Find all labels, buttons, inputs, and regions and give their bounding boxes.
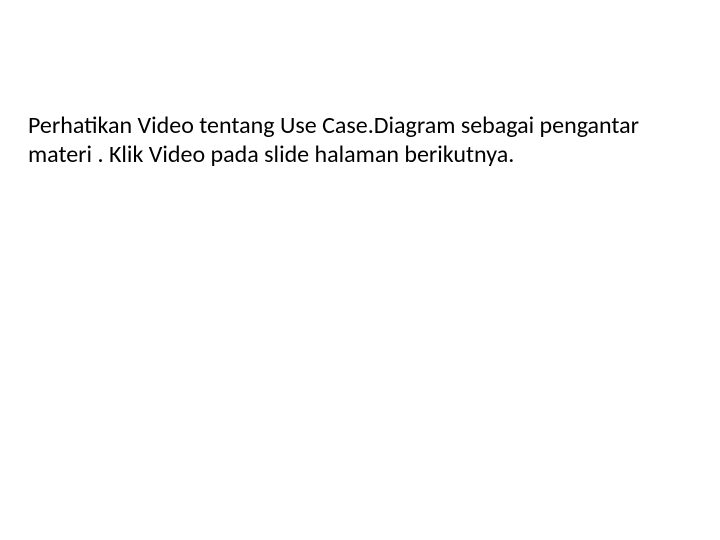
slide-content: Perhatikan Video tentang Use Case.Diagra… <box>28 112 678 170</box>
body-text: Perhatikan Video tentang Use Case.Diagra… <box>28 112 678 170</box>
